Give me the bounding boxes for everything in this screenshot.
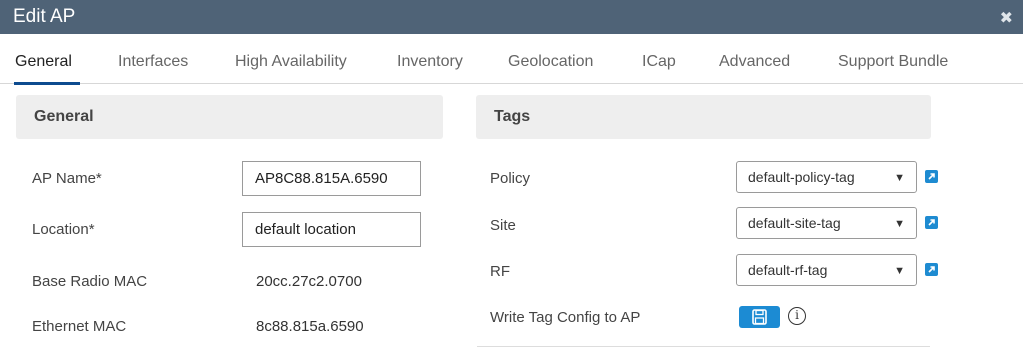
save-icon — [752, 309, 767, 325]
tab-support-bundle[interactable]: Support Bundle — [838, 53, 948, 71]
save-button[interactable] — [739, 306, 780, 328]
tab-high-availability[interactable]: High Availability — [235, 53, 347, 71]
ethernet-mac-label: Ethernet MAC — [32, 318, 127, 335]
tab-geolocation[interactable]: Geolocation — [508, 53, 593, 71]
policy-label: Policy — [490, 170, 531, 187]
base-radio-mac-label: Base Radio MAC — [32, 273, 148, 290]
dialog-titlebar: Edit AP ✖ — [0, 0, 1023, 34]
policy-tag-select[interactable]: default-policy-tag ▼ — [736, 161, 917, 193]
base-radio-mac-value: 20cc.27c2.0700 — [256, 273, 362, 290]
tab-inventory[interactable]: Inventory — [397, 53, 463, 71]
chevron-down-icon: ▼ — [894, 265, 905, 277]
open-external-icon[interactable] — [925, 216, 938, 229]
site-tag-selected: default-site-tag — [748, 215, 841, 231]
tab-icap[interactable]: ICap — [642, 53, 676, 71]
location-label: Location* — [32, 221, 95, 238]
policy-tag-selected: default-policy-tag — [748, 169, 855, 185]
site-label: Site — [490, 217, 516, 234]
divider — [477, 346, 930, 347]
rf-tag-select[interactable]: default-rf-tag ▼ — [736, 254, 917, 286]
tab-general[interactable]: General — [15, 53, 72, 71]
rf-label: RF — [490, 263, 510, 280]
tab-bar: General Interfaces High Availability Inv… — [0, 34, 1023, 85]
tags-section-header: Tags — [476, 95, 931, 139]
ap-name-label: AP Name* — [32, 170, 102, 187]
close-icon[interactable]: ✖ — [1000, 8, 1013, 28]
site-tag-select[interactable]: default-site-tag ▼ — [736, 207, 917, 239]
rf-tag-selected: default-rf-tag — [748, 262, 828, 278]
tab-advanced[interactable]: Advanced — [719, 53, 790, 71]
chevron-down-icon: ▼ — [894, 172, 905, 184]
dialog-title: Edit AP — [13, 6, 76, 27]
tab-interfaces[interactable]: Interfaces — [118, 53, 188, 71]
location-input[interactable] — [242, 212, 421, 247]
open-external-icon[interactable] — [925, 263, 938, 276]
chevron-down-icon: ▼ — [894, 218, 905, 230]
write-tag-config-label: Write Tag Config to AP — [490, 309, 641, 326]
ethernet-mac-value: 8c88.815a.6590 — [256, 318, 364, 335]
info-icon[interactable]: i — [788, 307, 806, 325]
open-external-icon[interactable] — [925, 170, 938, 183]
general-section-header: General — [16, 95, 443, 139]
ap-name-input[interactable] — [242, 161, 421, 196]
active-tab-indicator — [14, 82, 80, 85]
